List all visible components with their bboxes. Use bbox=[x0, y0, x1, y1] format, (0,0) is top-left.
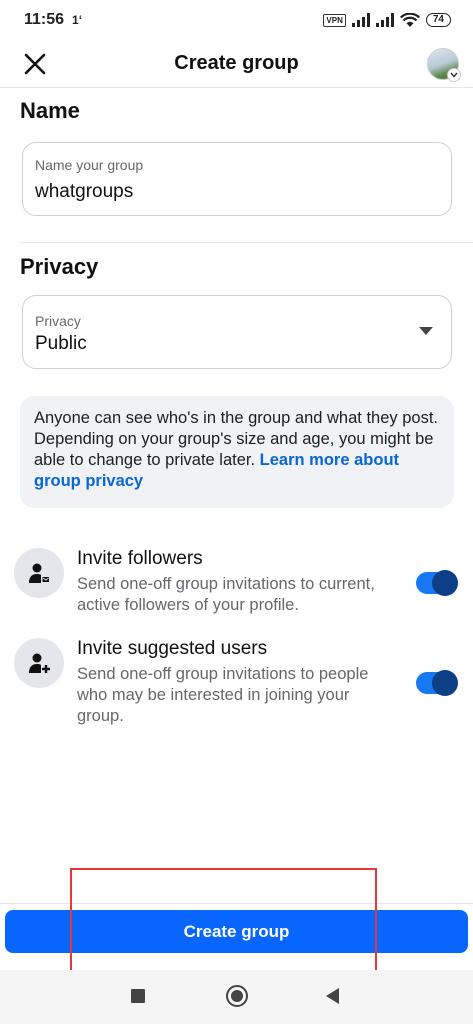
group-name-input[interactable]: whatgroups bbox=[35, 181, 133, 203]
invite-followers-description: Send one-off group invitations to curren… bbox=[77, 575, 375, 614]
person-add-icon bbox=[14, 638, 64, 688]
page-title: Create group bbox=[174, 52, 299, 74]
battery-indicator: 74 bbox=[425, 13, 451, 27]
profile-avatar[interactable] bbox=[427, 48, 461, 82]
invite-followers-row: Invite followers Send one-off group invi… bbox=[14, 548, 464, 618]
invite-suggested-description: Send one-off group invitations to people… bbox=[77, 665, 369, 725]
status-extra: 1‘ bbox=[72, 13, 83, 27]
home-button[interactable] bbox=[226, 985, 248, 1007]
app-header: Create group bbox=[0, 40, 473, 88]
invite-suggested-row: Invite suggested users Send one-off grou… bbox=[14, 638, 464, 728]
wifi-icon bbox=[399, 12, 420, 27]
home-icon bbox=[231, 990, 243, 1002]
privacy-value: Public bbox=[35, 333, 87, 354]
back-button[interactable] bbox=[326, 988, 339, 1004]
privacy-label: Privacy bbox=[35, 313, 81, 329]
privacy-heading: Privacy bbox=[20, 254, 99, 279]
chevron-down-icon bbox=[447, 68, 461, 82]
invite-followers-toggle[interactable] bbox=[416, 570, 458, 596]
name-heading: Name bbox=[20, 98, 80, 123]
toggle-knob bbox=[432, 570, 458, 596]
footer-divider bbox=[0, 903, 473, 904]
privacy-info-box: Anyone can see who's in the group and wh… bbox=[20, 396, 454, 508]
invite-suggested-title: Invite suggested users bbox=[77, 638, 268, 659]
status-bar: 11:56 1‘ VPN 74 bbox=[0, 0, 473, 40]
privacy-select[interactable]: Privacy Public bbox=[22, 295, 452, 369]
section-divider bbox=[20, 242, 473, 243]
person-follow-icon bbox=[14, 548, 64, 598]
invite-followers-title: Invite followers bbox=[77, 548, 203, 569]
group-name-field[interactable]: Name your group whatgroups bbox=[22, 142, 452, 216]
status-right: VPN 74 bbox=[323, 12, 451, 28]
recents-button[interactable] bbox=[131, 989, 145, 1003]
status-time: 11:56 bbox=[24, 11, 65, 28]
status-left: 11:56 1‘ bbox=[24, 11, 82, 29]
invite-suggested-toggle[interactable] bbox=[416, 670, 458, 696]
system-nav-bar bbox=[0, 970, 473, 1024]
close-icon bbox=[24, 53, 46, 75]
toggle-knob bbox=[432, 670, 458, 696]
signal-icon bbox=[351, 13, 370, 27]
vpn-badge: VPN bbox=[323, 13, 346, 27]
dropdown-caret-icon bbox=[419, 327, 433, 335]
signal-icon-2 bbox=[375, 13, 394, 27]
create-group-button[interactable]: Create group bbox=[5, 910, 468, 953]
group-name-label: Name your group bbox=[35, 157, 144, 173]
close-button[interactable] bbox=[20, 49, 50, 79]
